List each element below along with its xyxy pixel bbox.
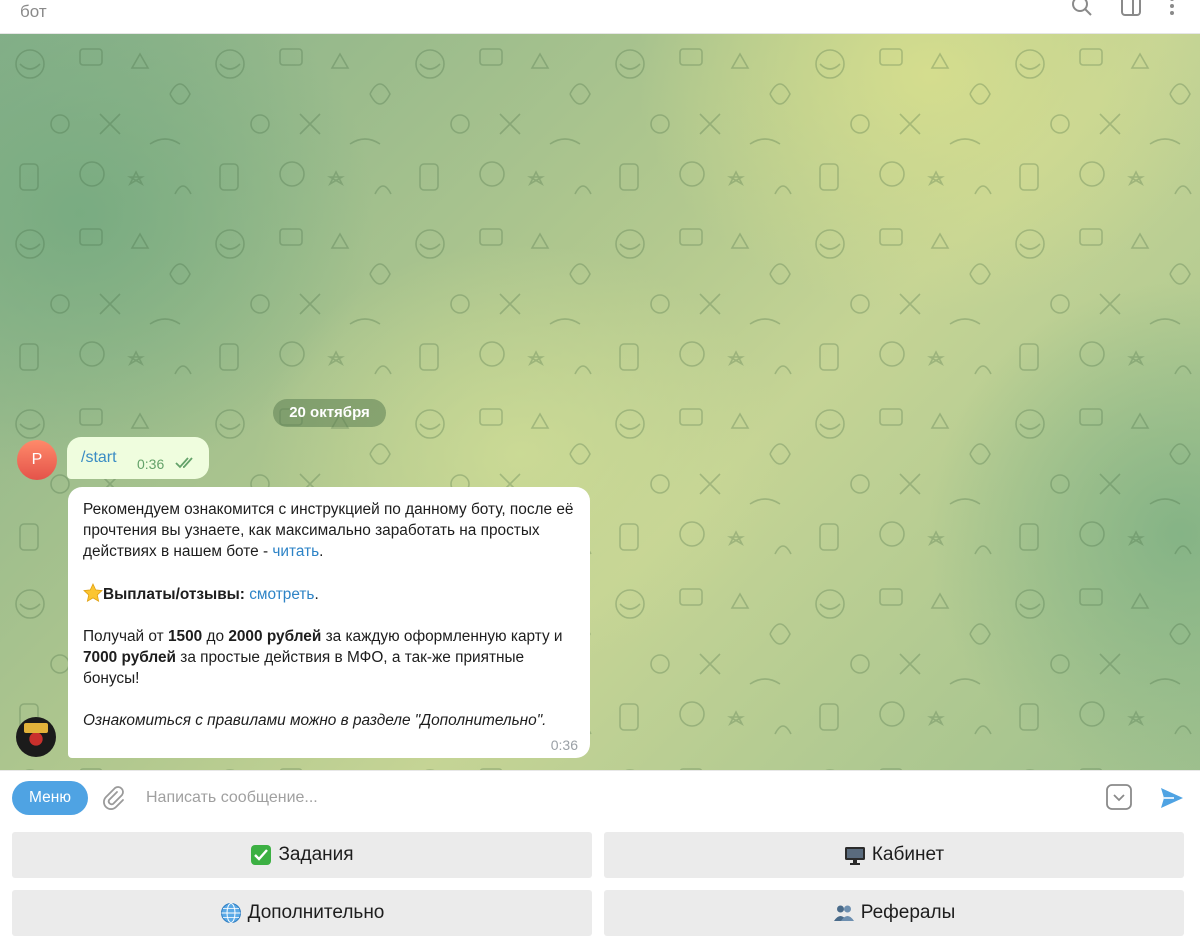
star-icon (83, 583, 103, 603)
desktop-computer-icon (844, 847, 865, 865)
chat-header: бот (0, 0, 1200, 34)
additional-button[interactable]: Дополнительно (12, 890, 592, 936)
more-options-icon[interactable] (1160, 0, 1184, 18)
tasks-button[interactable]: Задания (12, 832, 592, 878)
menu-button[interactable]: Меню (12, 781, 88, 815)
sidebar-toggle-icon[interactable] (1119, 0, 1143, 18)
view-link[interactable]: смотреть (249, 586, 314, 603)
read-link[interactable]: читать (272, 543, 319, 560)
globe-icon (220, 903, 241, 923)
date-separator: 20 октября (273, 399, 386, 427)
send-icon[interactable] (1158, 784, 1186, 812)
message-input[interactable] (146, 783, 1046, 813)
user-avatar[interactable]: P (17, 440, 57, 480)
message-time: 0:36 (137, 456, 165, 472)
message-time: 0:36 (550, 737, 578, 753)
message-paragraph-payouts: Выплаты/отзывы: смотреть. (83, 583, 583, 605)
people-icon (833, 905, 854, 921)
search-icon[interactable] (1070, 0, 1094, 18)
chat-area[interactable]: 20 октября P /start 0:36 Рекомендуем озн… (0, 34, 1200, 770)
message-paragraph-earnings: Получай от 1500 до 2000 рублей за каждую… (83, 628, 563, 687)
message-paragraph-rules: Ознакомиться с правилами можно в разделе… (83, 712, 547, 729)
message-paragraph-instructions: Рекомендуем ознакомится с инструкцией по… (83, 501, 574, 560)
message-text[interactable]: /start (81, 449, 117, 467)
outgoing-message[interactable]: /start 0:36 (67, 437, 209, 479)
referrals-button[interactable]: Рефералы (604, 890, 1184, 936)
bot-avatar[interactable] (16, 717, 56, 757)
incoming-message[interactable]: Рекомендуем ознакомится с инструкцией по… (68, 487, 590, 758)
check-mark-button-icon (251, 845, 272, 865)
message-composer: Меню (0, 770, 1200, 824)
bot-reply-keyboard: Задания Кабинет Дополнительно Рефералы (0, 824, 1200, 940)
attach-icon[interactable] (100, 785, 126, 811)
chat-title[interactable]: бот (20, 2, 47, 22)
cabinet-button[interactable]: Кабинет (604, 832, 1184, 878)
read-checkmarks-icon (175, 457, 193, 469)
bot-keyboard-toggle-icon[interactable] (1105, 783, 1133, 811)
